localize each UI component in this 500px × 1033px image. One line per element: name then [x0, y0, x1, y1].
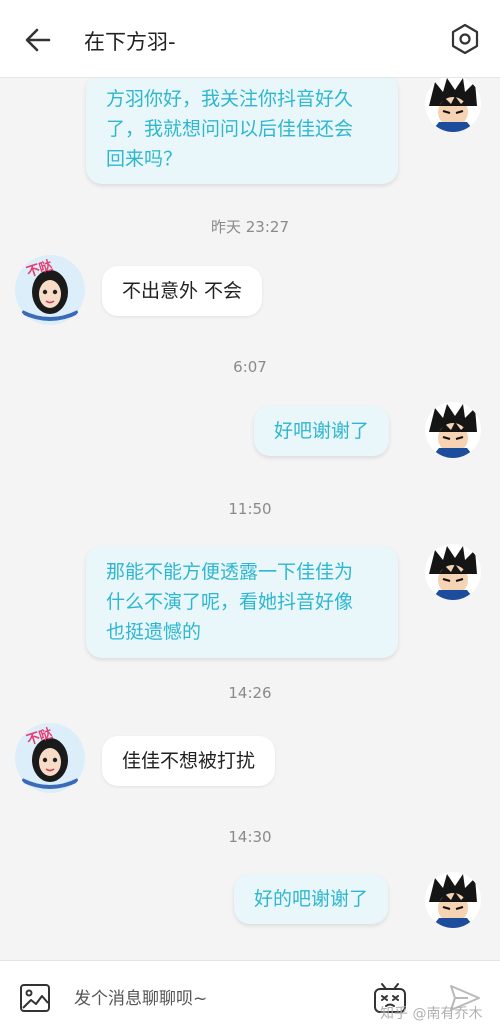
timestamp: 14:26 — [228, 684, 272, 702]
message-line: 方羽你好，我关注你抖音好久 — [106, 88, 354, 110]
message-line: 也挺遗憾的 — [106, 621, 202, 643]
my-message-bubble[interactable]: 好吧谢谢了 — [254, 406, 390, 456]
timestamp: 昨天 23:27 — [211, 218, 289, 236]
my-message-bubble[interactable]: 好的吧谢谢了 — [234, 874, 389, 924]
my-avatar[interactable] — [425, 544, 481, 600]
chat-message-list[interactable]: 方羽你好，我关注你抖音好久 了，我就想问问以后佳佳还会 回来吗？ 昨天 23:2… — [0, 78, 500, 960]
image-icon — [20, 984, 50, 1012]
message-line: 了，我就想问问以后佳佳还会 — [106, 118, 354, 140]
message-text: 好的吧谢谢了 — [254, 888, 369, 910]
image-button[interactable] — [18, 981, 52, 1015]
message-line: 那能不能方便透露一下佳佳为 — [106, 561, 354, 583]
contact-avatar[interactable]: 不哒 — [14, 254, 86, 326]
message-line: 回来吗？ — [106, 148, 183, 170]
my-avatar[interactable] — [425, 402, 481, 458]
back-button[interactable] — [20, 22, 56, 58]
anime-boy-avatar-icon — [425, 872, 481, 928]
anime-boy-avatar-icon — [425, 544, 481, 600]
hexagon-settings-icon — [451, 23, 479, 55]
watermark: 知乎 @南有乔木 — [380, 1006, 483, 1022]
message-text: 佳佳不想被打扰 — [122, 750, 256, 772]
arrow-left-icon — [25, 28, 51, 52]
chat-header: 在下方羽- — [0, 0, 500, 78]
anime-boy-avatar-icon — [425, 402, 481, 458]
timestamp: 14:30 — [228, 828, 272, 846]
message-text: 好吧谢谢了 — [274, 420, 370, 442]
message-input[interactable] — [72, 983, 356, 1015]
contact-message-bubble[interactable]: 佳佳不想被打扰 — [102, 736, 276, 786]
settings-button[interactable] — [448, 22, 482, 56]
conversation-title: 在下方羽- — [84, 30, 176, 54]
contact-avatar[interactable]: 不哒 — [14, 722, 86, 794]
my-message-bubble[interactable]: 方羽你好，我关注你抖音好久 了，我就想问问以后佳佳还会 回来吗？ — [86, 78, 398, 184]
contact-message-bubble[interactable]: 不出意外 不会 — [102, 266, 263, 316]
my-avatar[interactable] — [425, 78, 481, 132]
my-message-bubble[interactable]: 那能不能方便透露一下佳佳为 什么不演了呢，看她抖音好像 也挺遗憾的 — [86, 546, 398, 658]
timestamp: 6:07 — [233, 358, 267, 376]
message-line: 什么不演了呢，看她抖音好像 — [106, 591, 354, 613]
timestamp: 11:50 — [228, 500, 272, 518]
my-avatar[interactable] — [425, 872, 481, 928]
anime-boy-avatar-icon — [425, 78, 481, 132]
message-text: 不出意外 不会 — [122, 280, 243, 302]
